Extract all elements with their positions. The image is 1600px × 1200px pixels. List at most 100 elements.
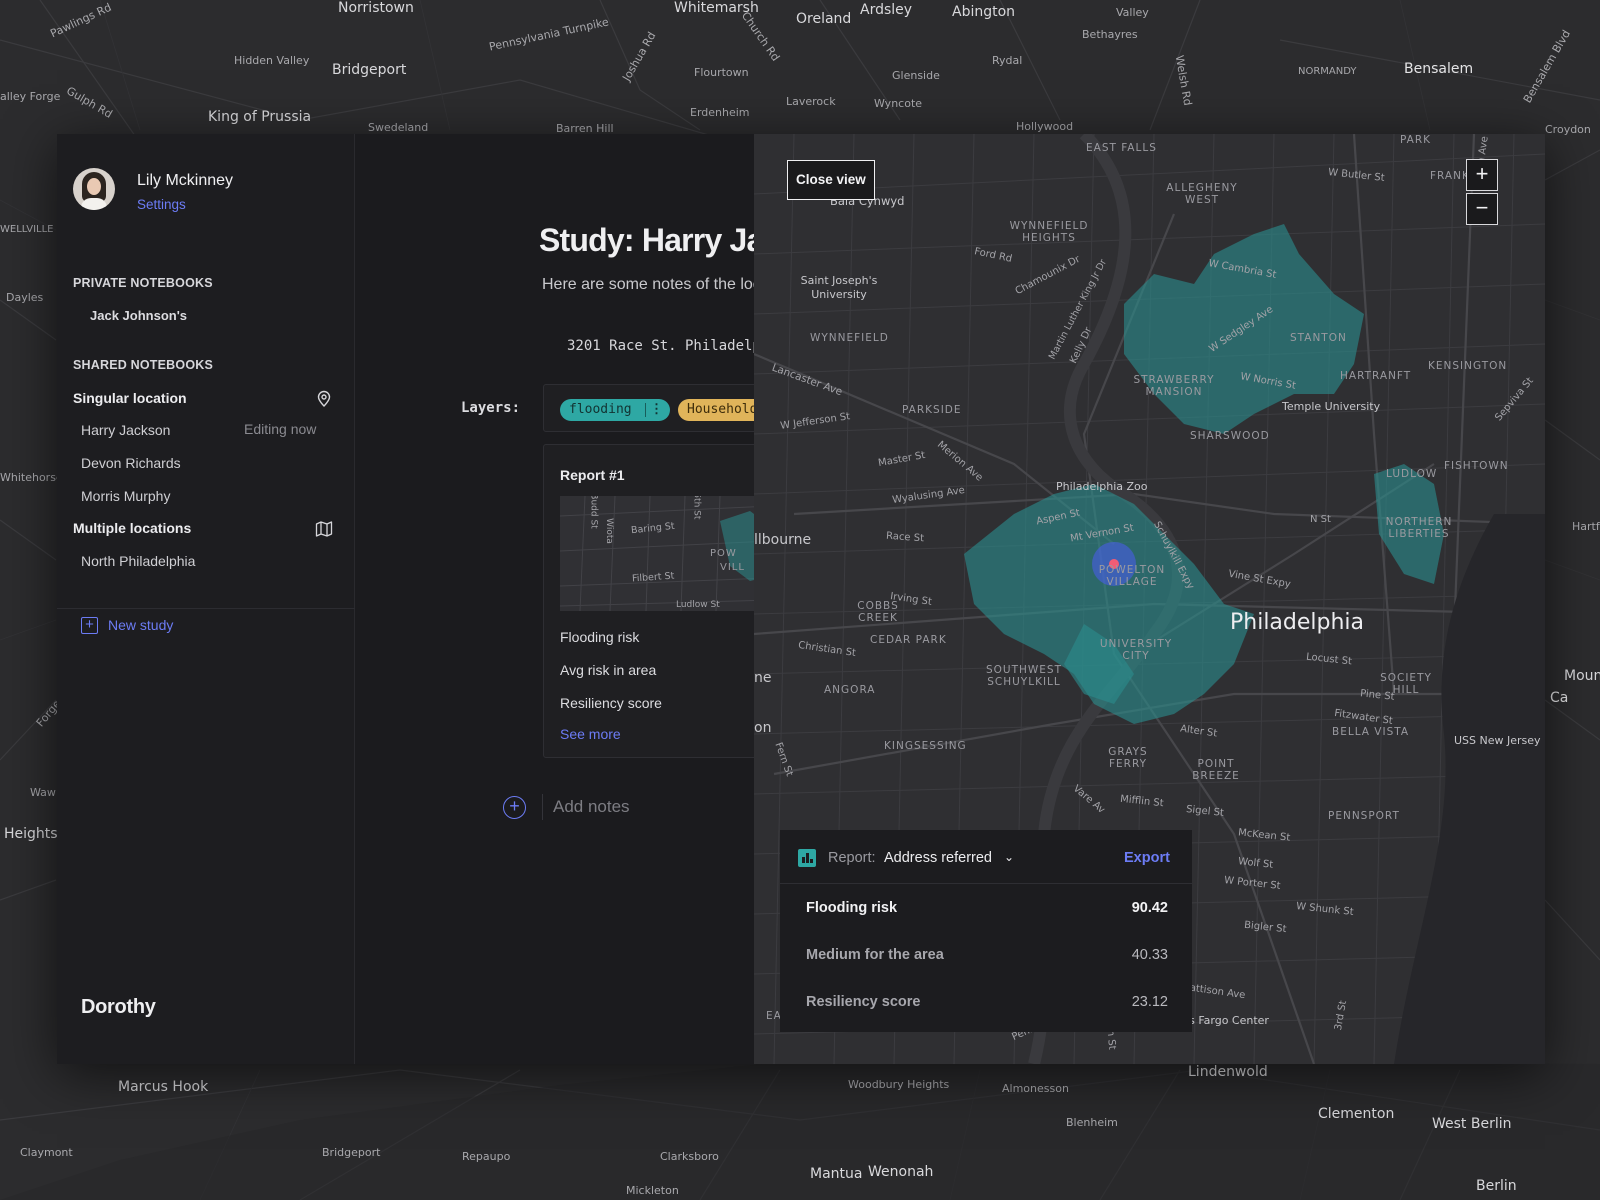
report-title: Report #1 — [560, 467, 625, 483]
report-row-label: Medium for the area — [806, 947, 944, 963]
map-label: WYNNEFIELD HEIGHTS — [1009, 220, 1089, 244]
map-poi-label: ne — [754, 670, 772, 686]
map-street-label: N St — [1310, 514, 1331, 525]
map-label: WYNNEFIELD — [810, 332, 889, 344]
bg-label: Claymont — [20, 1146, 73, 1159]
map-poi-label: Saint Joseph's University — [800, 274, 878, 301]
bg-label: Wenonah — [868, 1164, 934, 1180]
brand-logo: Dorothy — [81, 996, 156, 1018]
study-description[interactable]: Here are some notes of the location. — [542, 276, 785, 294]
study-item-devon-richards[interactable]: Devon Richards — [81, 455, 181, 471]
bg-label: Clementon — [1318, 1106, 1395, 1122]
report-panel: Report: Address referred ⌄ Export Floodi… — [780, 830, 1192, 1032]
map-label: COBBS CREEK — [857, 600, 899, 624]
bar-chart-icon — [798, 849, 816, 867]
map-label: STANTON — [1290, 332, 1347, 344]
bg-label: Bridgeport — [332, 62, 407, 78]
layers-box: flooding ⋮ Household — [543, 384, 785, 432]
thumb-label: Ludlow St — [676, 600, 720, 610]
bg-label: Lindenwold — [1188, 1064, 1268, 1080]
see-more-link[interactable]: See more — [560, 726, 621, 742]
study-item-morris-murphy[interactable]: Morris Murphy — [81, 488, 170, 504]
layer-chip-flooding[interactable]: flooding ⋮ — [560, 399, 670, 421]
map-city-label: Philadelphia — [1230, 610, 1365, 635]
report-row-label: Resiliency score — [806, 994, 921, 1010]
bg-label: Whitehorse — [0, 471, 63, 484]
bg-label: Abington — [952, 4, 1016, 20]
study-panel: Study: Harry Jackson Here are some notes… — [355, 134, 785, 1064]
map-label: ANGORA — [824, 684, 876, 696]
layer-chip-label: Household — [687, 402, 758, 417]
divider — [542, 794, 543, 820]
bg-label: Wyncote — [874, 97, 923, 110]
map-icon[interactable] — [315, 520, 333, 538]
bg-label: Bensalem — [1404, 61, 1474, 77]
bg-label: Woodbury Heights — [848, 1078, 950, 1091]
more-vertical-icon[interactable]: ⋮ — [650, 399, 663, 421]
close-view-button[interactable]: Close view — [787, 160, 875, 200]
report-panel-header: Report: Address referred ⌄ Export — [780, 830, 1192, 884]
report-row-medium-area: Medium for the area 40.33 — [806, 947, 1168, 971]
map-label: KENSINGTON — [1428, 360, 1508, 372]
report-line-avg-risk: Avg risk in area — [560, 662, 657, 678]
study-item-north-philadelphia[interactable]: North Philadelphia — [81, 553, 195, 569]
report-map-thumbnail[interactable]: Budd St Wiota Baring St 35th St Filbert … — [560, 496, 770, 611]
bg-label: Flourtown — [694, 66, 749, 79]
bg-label: Laverock — [786, 95, 836, 108]
bg-label: Rydal — [992, 54, 1023, 67]
map-label: LUDLOW — [1386, 468, 1438, 480]
report-row-flooding-risk: Flooding risk 90.42 — [806, 900, 1168, 924]
bg-label: Repaupo — [462, 1150, 511, 1163]
group-singular-location[interactable]: Singular location — [73, 390, 187, 406]
report-line-resiliency: Resiliency score — [560, 695, 662, 711]
notebook-jack-johnson[interactable]: Jack Johnson's — [90, 308, 187, 323]
bg-label: Ardsley — [860, 2, 913, 18]
map-label: POINT BREEZE — [1192, 758, 1240, 782]
report-row-value: 90.42 — [1131, 900, 1168, 916]
bg-label: Marcus Hook — [118, 1079, 209, 1095]
bg-label: Ca — [1550, 690, 1569, 706]
bg-label: Bethayres — [1082, 28, 1138, 41]
new-study-button[interactable]: + New study — [81, 610, 173, 640]
map-poi-label: on — [754, 720, 772, 736]
thumb-label: POW — [710, 548, 737, 559]
plus-circle-icon[interactable]: + — [503, 796, 526, 819]
thumb-label: Budd St — [588, 496, 599, 529]
bg-label: NORMANDY — [1298, 66, 1357, 77]
bg-label: Waw — [30, 786, 56, 799]
report-select[interactable]: Address referred — [884, 850, 992, 866]
report-row-value: 40.33 — [1131, 947, 1168, 963]
report-label: Report: — [828, 850, 876, 866]
zoom-out-button[interactable]: − — [1466, 193, 1498, 225]
map-label: STRAWBERRY MANSION — [1133, 374, 1215, 398]
map-poi-label: Philadelphia Zoo — [1056, 480, 1148, 493]
thumb-label: VILL — [720, 562, 745, 573]
study-address[interactable]: 3201 Race St. Philadelphia — [567, 338, 785, 354]
thumb-label: 35th St — [691, 496, 702, 520]
map-label: GRAYS FERRY — [1108, 746, 1148, 770]
report-row-label: Flooding risk — [806, 900, 898, 916]
map-label: SHARSWOOD — [1190, 430, 1270, 442]
zoom-in-button[interactable]: + — [1466, 159, 1498, 191]
app-window: Lily Mckinney Settings PRIVATE NOTEBOOKS… — [57, 134, 1545, 1064]
report-row-value: 23.12 — [1131, 994, 1168, 1010]
bg-label: Bridgeport — [322, 1146, 381, 1159]
chevron-down-icon[interactable]: ⌄ — [1004, 850, 1014, 864]
export-button[interactable]: Export — [1124, 850, 1170, 866]
bg-label: Glenside — [892, 69, 940, 82]
map-poi-label: USS New Jersey — [1454, 734, 1541, 747]
add-notes-input[interactable]: Add notes — [553, 797, 630, 817]
map-pin-icon[interactable] — [315, 390, 333, 408]
study-item-harry-jackson[interactable]: Harry Jackson — [81, 422, 170, 438]
plus-square-icon: + — [81, 616, 98, 634]
add-notes-row[interactable]: + Add notes — [503, 792, 763, 822]
layers-label: Layers: — [461, 400, 521, 416]
map-label: PARK — [1400, 134, 1432, 146]
settings-link[interactable]: Settings — [137, 197, 186, 212]
map-view[interactable]: EAST FALLS ALLEGHENY WEST WYNNEFIELD HEI… — [754, 134, 1545, 1064]
bg-label: alley Forge — [0, 90, 61, 103]
avatar[interactable] — [73, 168, 115, 210]
layer-chip-label: flooding — [569, 402, 632, 417]
shared-notebooks-heading: SHARED NOTEBOOKS — [73, 358, 214, 372]
group-multiple-locations[interactable]: Multiple locations — [73, 520, 191, 536]
